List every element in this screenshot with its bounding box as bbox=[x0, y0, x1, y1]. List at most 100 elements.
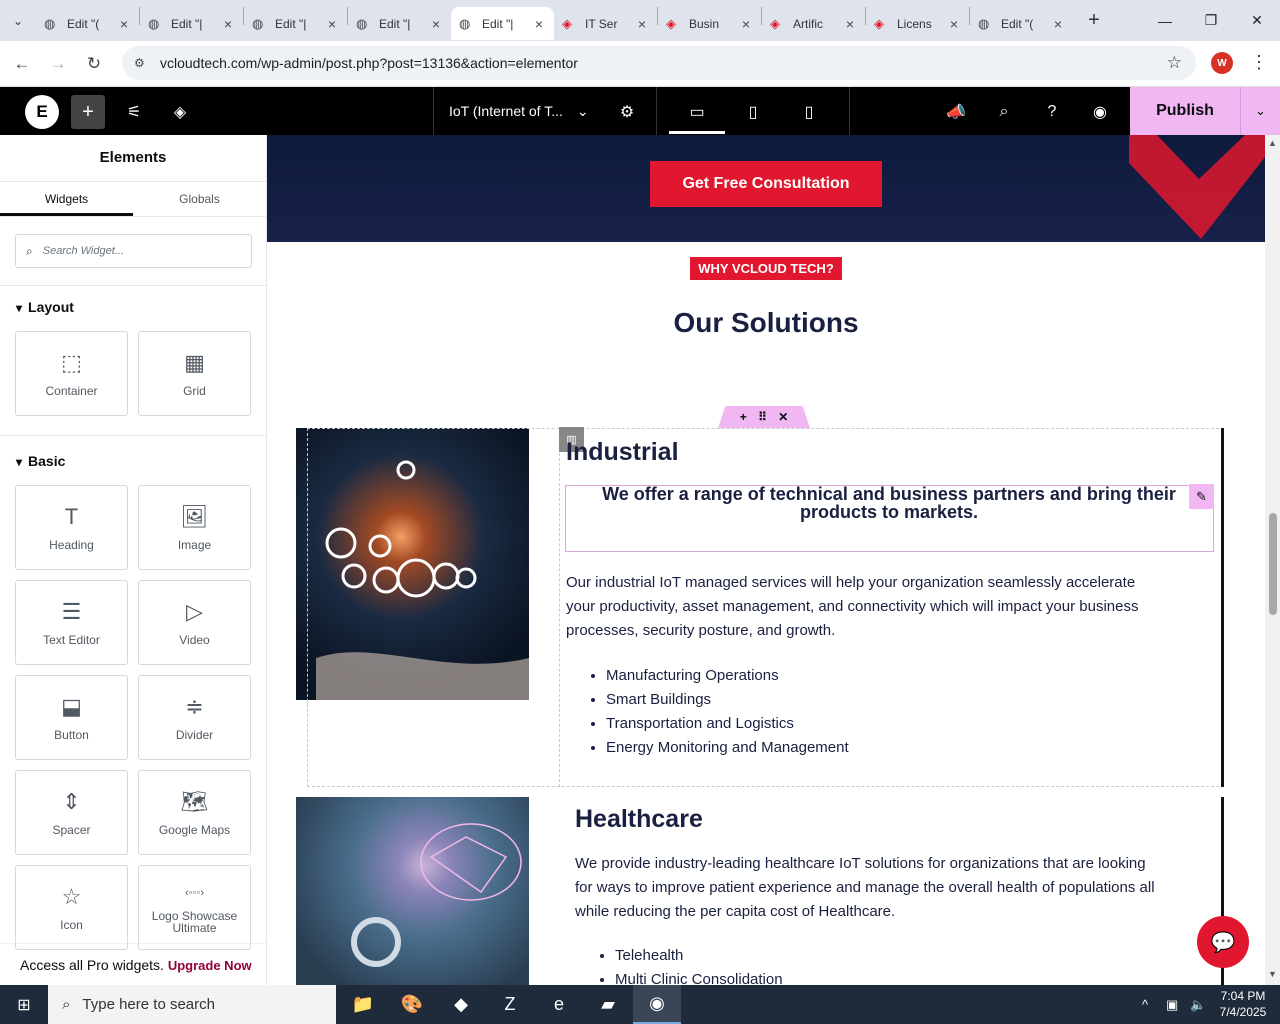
tab-close-icon[interactable]: × bbox=[429, 16, 443, 32]
search-widget-input[interactable]: ⌕ Search Widget... bbox=[15, 234, 252, 268]
windows-start-icon[interactable]: ⊞ bbox=[0, 985, 48, 1024]
volume-icon[interactable]: 🔈 bbox=[1190, 985, 1206, 1024]
zoom-app-icon[interactable]: Z bbox=[486, 985, 534, 1024]
widget-video[interactable]: ▷ Video bbox=[138, 580, 251, 665]
tab-search-chevron-icon[interactable]: ⌄ bbox=[0, 0, 36, 41]
widget-google-maps[interactable]: 🗺 Google Maps bbox=[138, 770, 251, 855]
layout-section-heading[interactable]: Layout bbox=[16, 299, 74, 315]
forward-icon[interactable]: → bbox=[40, 46, 76, 82]
widget-heading[interactable]: T Heading bbox=[15, 485, 128, 570]
minimize-icon[interactable]: — bbox=[1142, 0, 1188, 41]
spacer-icon: ⇕ bbox=[62, 789, 81, 814]
taskbar-search-box[interactable]: ⌕ Type here to search bbox=[48, 985, 336, 1024]
scroll-thumb[interactable] bbox=[1269, 513, 1277, 615]
site-settings-icon[interactable]: ⚟ bbox=[119, 97, 149, 127]
tab-close-icon[interactable]: × bbox=[325, 16, 339, 32]
upgrade-now-link[interactable]: Upgrade Now bbox=[168, 958, 252, 973]
profile-avatar[interactable]: W bbox=[1211, 52, 1233, 74]
edit-pencil-icon[interactable]: ✎ bbox=[1189, 484, 1214, 509]
tab-close-icon[interactable]: × bbox=[843, 16, 857, 32]
widget-grid[interactable]: ▦ Grid bbox=[138, 331, 251, 416]
chat-bubble-icon[interactable]: 💬 bbox=[1197, 916, 1249, 968]
url-field[interactable]: ⚙ vcloudtech.com/wp-admin/post.php?post=… bbox=[122, 46, 1196, 80]
app-diamond-icon[interactable]: ◆ bbox=[437, 985, 485, 1024]
finder-search-icon[interactable]: ⌕ bbox=[989, 97, 1019, 127]
restore-icon[interactable]: ❐ bbox=[1188, 0, 1234, 41]
sticky-notes-icon[interactable]: ▰ bbox=[584, 985, 632, 1024]
tab-close-icon[interactable]: × bbox=[947, 16, 961, 32]
site-info-icon[interactable]: ⚙ bbox=[134, 56, 150, 70]
industrial-paragraph[interactable]: Our industrial IoT managed services will… bbox=[566, 571, 1146, 643]
healthcare-heading[interactable]: Healthcare bbox=[575, 805, 703, 834]
widget-divider[interactable]: ≑ Divider bbox=[138, 675, 251, 760]
tab-widgets[interactable]: Widgets bbox=[0, 182, 133, 216]
add-element-button[interactable]: + bbox=[71, 95, 105, 129]
page-settings-gear-icon[interactable]: ⚙ bbox=[612, 97, 642, 127]
tab-close-icon[interactable]: × bbox=[221, 16, 235, 32]
network-icon[interactable]: ▣ bbox=[1166, 985, 1178, 1024]
search-icon: ⌕ bbox=[26, 243, 33, 258]
back-icon[interactable]: ← bbox=[4, 46, 40, 82]
scroll-down-arrow-icon[interactable]: ▼ bbox=[1268, 969, 1277, 979]
mobile-device-icon[interactable]: ▯ bbox=[794, 97, 824, 127]
browser-tab[interactable]: ◈ Licens × bbox=[866, 7, 969, 40]
bookmark-star-icon[interactable]: ☆ bbox=[1167, 53, 1182, 73]
tab-close-icon[interactable]: × bbox=[635, 16, 649, 32]
drag-section-icon[interactable]: ⠿ bbox=[758, 410, 767, 424]
scroll-up-arrow-icon[interactable]: ▲ bbox=[1268, 138, 1277, 148]
widget-button[interactable]: ⬓ Button bbox=[15, 675, 128, 760]
widget-icon[interactable]: ☆ Icon bbox=[15, 865, 128, 950]
browser-tab[interactable]: ◍ Edit "(× bbox=[36, 7, 139, 40]
tab-close-icon[interactable]: × bbox=[739, 16, 753, 32]
tablet-device-icon[interactable]: ▯ bbox=[738, 97, 768, 127]
whats-new-megaphone-icon[interactable]: 📣 bbox=[941, 97, 971, 127]
widget-image[interactable]: 🖼 Image bbox=[138, 485, 251, 570]
structure-layers-icon[interactable]: ◈ bbox=[165, 97, 195, 127]
browser-tab[interactable]: ◈ Artific × bbox=[762, 7, 865, 40]
tab-globals[interactable]: Globals bbox=[133, 182, 266, 216]
help-icon[interactable]: ? bbox=[1037, 97, 1067, 127]
desktop-device-icon[interactable]: ▭ bbox=[682, 97, 712, 127]
browser-tab[interactable]: ◈ Busin × bbox=[658, 7, 761, 40]
file-explorer-icon[interactable]: 📁 bbox=[339, 985, 387, 1024]
healthcare-list[interactable]: TelehealthMulti Clinic Consolidation bbox=[615, 944, 783, 985]
reload-icon[interactable]: ↻ bbox=[76, 46, 112, 82]
tab-title: Edit "( bbox=[1001, 16, 1034, 31]
industrial-list[interactable]: Manufacturing OperationsSmart BuildingsT… bbox=[606, 664, 849, 760]
publish-options-chevron-icon[interactable]: ⌄ bbox=[1240, 87, 1280, 135]
add-section-icon[interactable]: + bbox=[740, 410, 747, 424]
paint-app-icon[interactable]: 🎨 bbox=[388, 985, 436, 1024]
widget-container[interactable]: ⬚ Container bbox=[15, 331, 128, 416]
widget-spacer[interactable]: ⇕ Spacer bbox=[15, 770, 128, 855]
industrial-quote[interactable]: We offer a range of technical and busine… bbox=[586, 485, 1192, 521]
healthcare-image[interactable] bbox=[296, 797, 529, 985]
tab-close-icon[interactable]: × bbox=[1051, 16, 1065, 32]
elementor-logo-icon[interactable]: E bbox=[25, 95, 59, 129]
healthcare-paragraph[interactable]: We provide industry-leading healthcare I… bbox=[575, 852, 1155, 924]
new-tab-button[interactable]: + bbox=[1077, 9, 1111, 32]
browser-menu-icon[interactable]: ⋮ bbox=[1250, 52, 1268, 73]
tab-close-icon[interactable]: × bbox=[117, 16, 131, 32]
publish-button[interactable]: Publish bbox=[1130, 87, 1240, 135]
widget-text-editor[interactable]: ☰ Text Editor bbox=[15, 580, 128, 665]
browser-tab[interactable]: ◍ Edit "(× bbox=[970, 7, 1073, 40]
section-handle[interactable]: + ⠿ ✕ bbox=[718, 406, 810, 428]
tab-close-icon[interactable]: × bbox=[532, 16, 546, 32]
industrial-heading[interactable]: Industrial bbox=[566, 438, 679, 467]
canvas-scrollbar[interactable]: ▲ ▼ bbox=[1265, 135, 1280, 985]
basic-section-heading[interactable]: Basic bbox=[16, 453, 65, 469]
tray-chevron-up-icon[interactable]: ^ bbox=[1142, 985, 1148, 1024]
browser-tab[interactable]: ◍ Edit "| × bbox=[348, 7, 451, 40]
taskbar-clock[interactable]: 7:04 PM 7/4/2025 bbox=[1212, 988, 1274, 1020]
chrome-browser-icon[interactable]: ◉ bbox=[633, 985, 681, 1024]
browser-tab[interactable]: ◍ Edit "| × bbox=[140, 7, 243, 40]
preview-eye-icon[interactable]: ◉ bbox=[1085, 97, 1115, 127]
browser-tab[interactable]: ◍ Edit "| × bbox=[451, 7, 554, 40]
browser-tab[interactable]: ◍ Edit "| × bbox=[244, 7, 347, 40]
get-free-consultation-button[interactable]: Get Free Consultation bbox=[650, 161, 882, 207]
widget-logo-showcase-ultimate[interactable]: ‹◦◦◦› Logo Showcase Ultimate bbox=[138, 865, 251, 950]
browser-tab[interactable]: ◈ IT Ser × bbox=[554, 7, 657, 40]
close-window-icon[interactable]: ✕ bbox=[1234, 0, 1280, 41]
delete-section-icon[interactable]: ✕ bbox=[778, 410, 788, 424]
edge-browser-icon[interactable]: e bbox=[535, 985, 583, 1024]
